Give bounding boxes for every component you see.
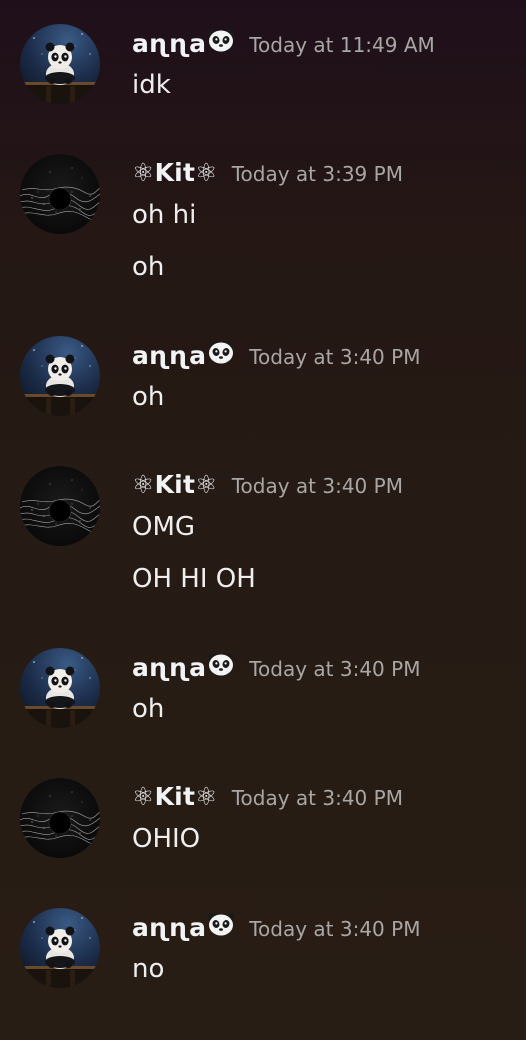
message-text: oh hi: [132, 200, 197, 230]
message-text: oh: [132, 694, 165, 724]
timestamp[interactable]: Today at 3:40 PM: [249, 345, 420, 369]
panda-avatar[interactable]: [20, 648, 100, 728]
message-text: oh: [132, 252, 165, 282]
panda-face-icon: [207, 28, 235, 52]
username[interactable]: aɳɳa: [132, 653, 206, 682]
message-text: OMG: [132, 512, 196, 542]
message-text: oh: [132, 382, 165, 412]
username[interactable]: ⚛Kit⚛: [132, 782, 218, 811]
message-header: aɳɳa Today at 3:40 PM: [132, 912, 420, 944]
message-header: ⚛Kit⚛ Today at 3:40 PM: [132, 782, 403, 814]
panda-avatar[interactable]: [20, 908, 100, 988]
message-header: aɳɳa Today at 3:40 PM: [132, 340, 420, 372]
username[interactable]: ⚛Kit⚛: [132, 470, 218, 499]
username[interactable]: aɳɳa: [132, 913, 206, 942]
panda-avatar[interactable]: [20, 336, 100, 416]
panda-face-icon: [207, 340, 235, 364]
username[interactable]: ⚛Kit⚛: [132, 158, 218, 187]
message-text: OHIO: [132, 824, 201, 854]
message-header: aɳɳa Today at 3:40 PM: [132, 652, 420, 684]
username[interactable]: aɳɳa: [132, 341, 206, 370]
dark-wave-avatar[interactable]: [20, 778, 100, 858]
message-header: ⚛Kit⚛ Today at 3:39 PM: [132, 158, 403, 190]
panda-avatar[interactable]: [20, 24, 100, 104]
timestamp[interactable]: Today at 11:49 AM: [249, 33, 435, 57]
message-list: aɳɳa Today at 11:49 AM idk ⚛Kit⚛ Today a…: [0, 0, 526, 1040]
timestamp[interactable]: Today at 3:40 PM: [249, 657, 420, 681]
panda-face-icon: [207, 912, 235, 936]
panda-face-icon: [207, 652, 235, 676]
message-text: OH HI OH: [132, 564, 256, 594]
dark-wave-avatar[interactable]: [20, 466, 100, 546]
timestamp[interactable]: Today at 3:40 PM: [232, 474, 403, 498]
username[interactable]: aɳɳa: [132, 29, 206, 58]
timestamp[interactable]: Today at 3:40 PM: [249, 917, 420, 941]
message-header: aɳɳa Today at 11:49 AM: [132, 28, 435, 60]
message-header: ⚛Kit⚛ Today at 3:40 PM: [132, 470, 403, 502]
message-text: idk: [132, 70, 171, 100]
message-text: no: [132, 954, 165, 984]
timestamp[interactable]: Today at 3:39 PM: [232, 162, 403, 186]
dark-wave-avatar[interactable]: [20, 154, 100, 234]
timestamp[interactable]: Today at 3:40 PM: [232, 786, 403, 810]
